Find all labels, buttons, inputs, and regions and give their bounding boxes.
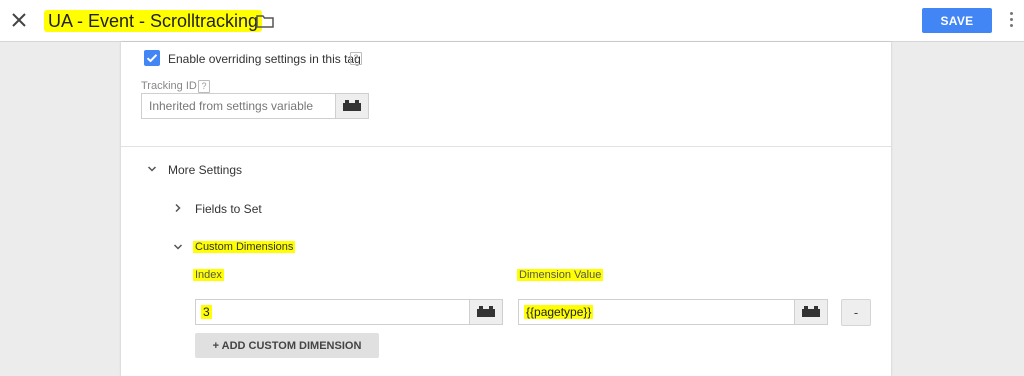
index-input[interactable]	[195, 299, 469, 325]
section-divider	[121, 146, 891, 147]
close-icon[interactable]	[10, 11, 28, 29]
custom-dimensions-toggle[interactable]: Custom Dimensions	[193, 241, 296, 253]
chevron-down-icon[interactable]	[173, 242, 183, 252]
tracking-id-label: Tracking ID	[141, 80, 197, 92]
variable-picker-button[interactable]	[794, 299, 828, 325]
variable-picker-button[interactable]	[469, 299, 503, 325]
tag-title[interactable]: UA - Event - Scrolltracking	[44, 10, 263, 32]
override-label: Enable overriding settings in this tag	[168, 52, 361, 66]
variable-picker-icon	[477, 306, 495, 317]
override-checkbox[interactable]	[144, 50, 160, 66]
add-custom-dimension-button[interactable]: + ADD CUSTOM DIMENSION	[195, 333, 379, 358]
dimension-value-column-label: Dimension Value	[517, 269, 604, 281]
check-icon	[146, 54, 158, 63]
variable-picker-icon	[802, 306, 820, 317]
tracking-id-input[interactable]	[141, 93, 335, 119]
chevron-down-icon[interactable]	[147, 164, 157, 174]
index-column-label: Index	[193, 269, 224, 281]
help-icon[interactable]: ?	[198, 80, 210, 93]
more-settings-toggle[interactable]: More Settings	[168, 163, 242, 177]
variable-picker-icon	[343, 100, 361, 111]
fields-to-set-toggle[interactable]: Fields to Set	[195, 202, 262, 216]
remove-dimension-button[interactable]: -	[841, 299, 871, 326]
dimension-value-input[interactable]	[518, 299, 794, 325]
folder-icon[interactable]	[256, 13, 274, 29]
save-button[interactable]: SAVE	[922, 8, 992, 33]
chevron-right-icon[interactable]	[173, 203, 183, 213]
tag-config-card: Enable overriding settings in this tag ?…	[121, 42, 891, 376]
help-icon[interactable]: ?	[350, 52, 362, 65]
variable-picker-button[interactable]	[335, 93, 369, 119]
more-vert-icon[interactable]	[1009, 12, 1015, 30]
top-bar: UA - Event - Scrolltracking SAVE	[0, 0, 1024, 42]
